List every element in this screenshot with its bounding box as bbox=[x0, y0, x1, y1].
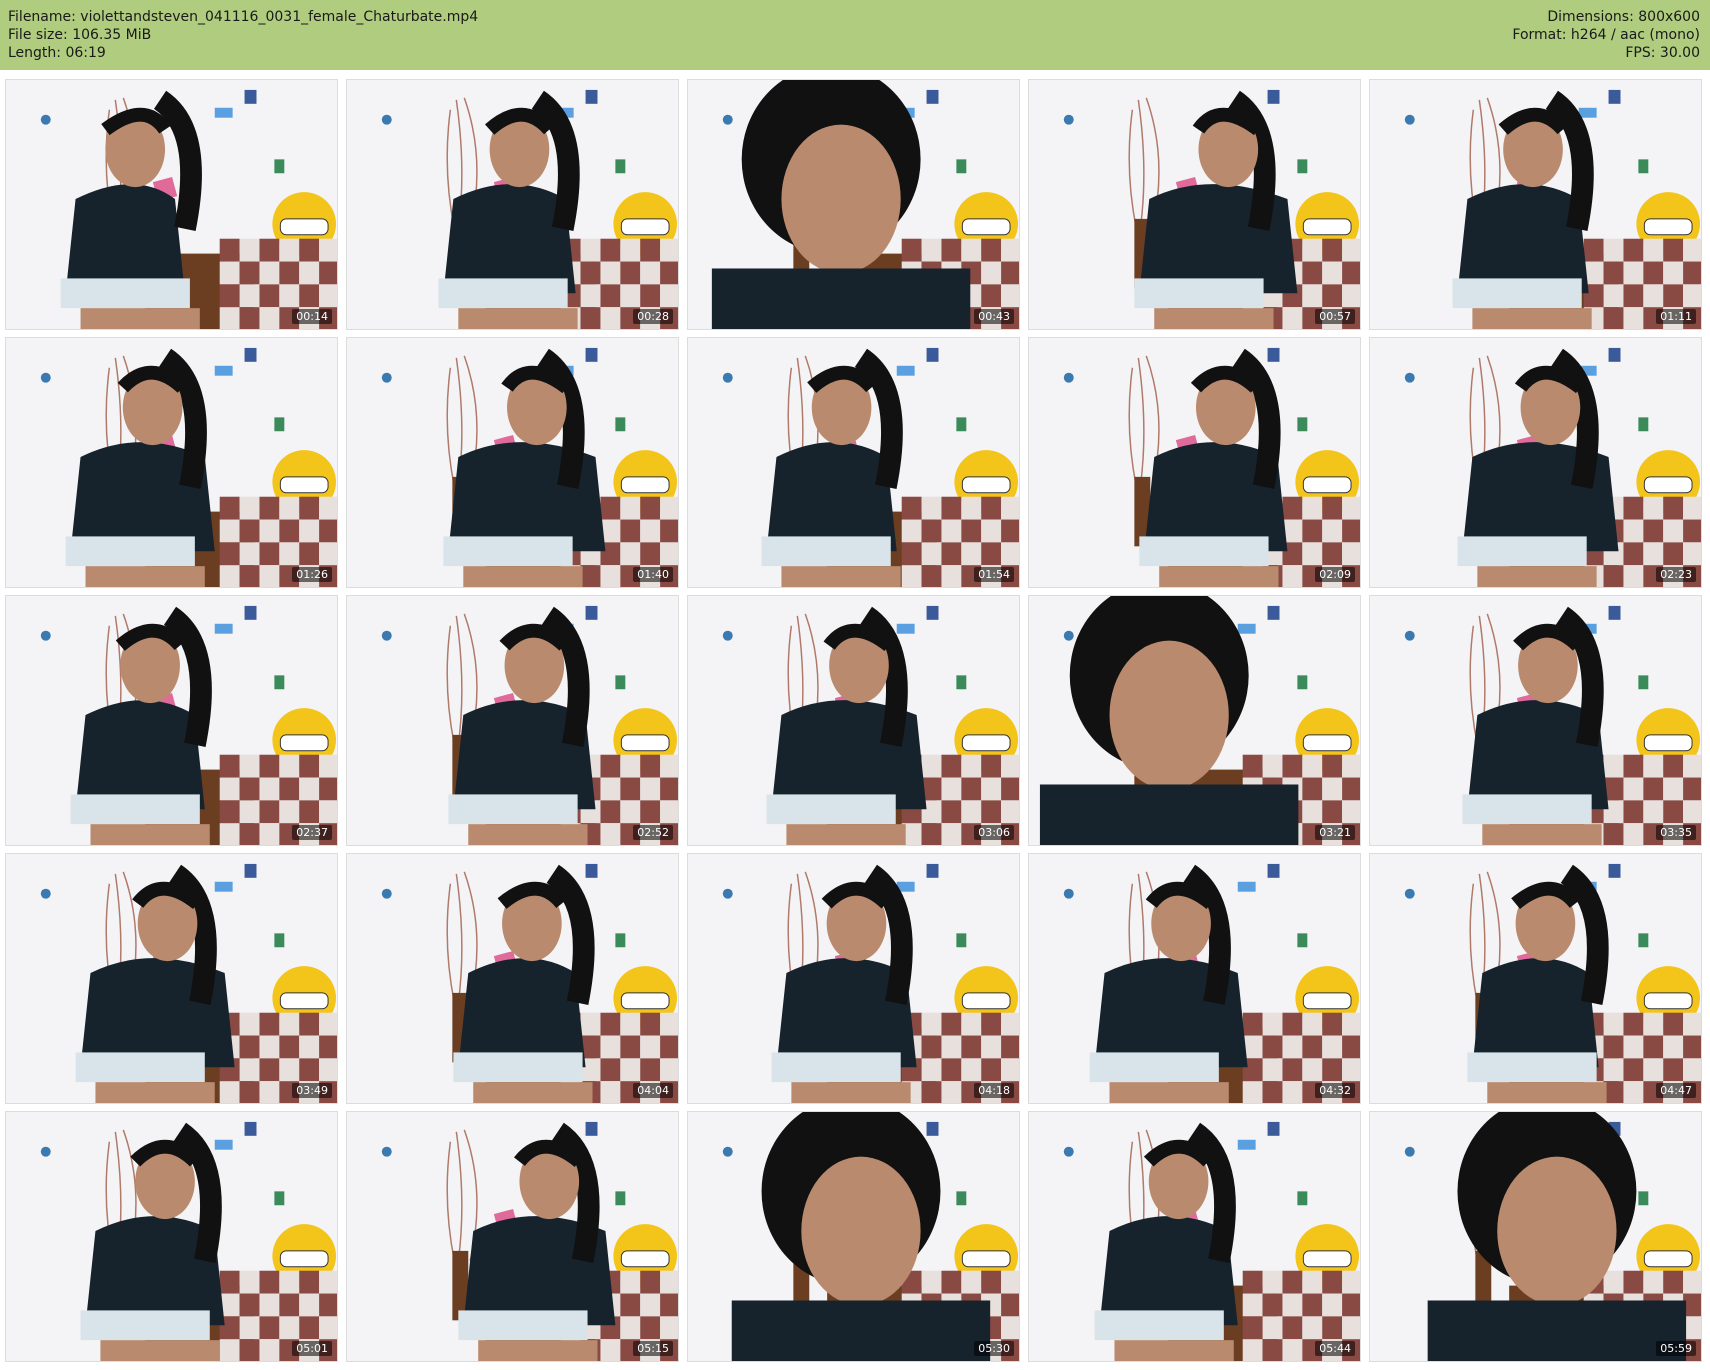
thumbnail-frame-image bbox=[1370, 338, 1701, 587]
video-thumbnail: 03:35 bbox=[1369, 595, 1702, 846]
thumbnail-timestamp: 01:54 bbox=[974, 567, 1014, 582]
video-thumbnail: 01:26 bbox=[5, 337, 338, 588]
thumbnail-frame-image bbox=[688, 596, 1019, 845]
thumbnail-frame-image bbox=[347, 596, 678, 845]
thumbnail-frame-image bbox=[1370, 1112, 1701, 1361]
thumbnail-frame-image bbox=[1370, 854, 1701, 1103]
video-thumbnail: 02:09 bbox=[1028, 337, 1361, 588]
filename-text: Filename: violettandsteven_041116_0031_f… bbox=[8, 9, 479, 25]
thumbnail-timestamp: 01:11 bbox=[1656, 309, 1696, 324]
video-thumbnail: 03:49 bbox=[5, 853, 338, 1104]
thumbnail-frame-image bbox=[688, 80, 1019, 329]
thumbnail-frame-image bbox=[6, 338, 337, 587]
thumbnail-timestamp: 02:09 bbox=[1315, 567, 1355, 582]
video-thumbnail: 01:40 bbox=[346, 337, 679, 588]
thumbnail-timestamp: 01:26 bbox=[292, 567, 332, 582]
video-thumbnail: 00:43 bbox=[687, 79, 1020, 330]
video-thumbnail: 04:18 bbox=[687, 853, 1020, 1104]
length-text: Length: 06:19 bbox=[8, 45, 106, 61]
thumbnail-timestamp: 05:01 bbox=[292, 1341, 332, 1356]
thumbnail-frame-image bbox=[1370, 80, 1701, 329]
thumbnail-timestamp: 03:35 bbox=[1656, 825, 1696, 840]
video-thumbnail: 03:21 bbox=[1028, 595, 1361, 846]
thumbnail-frame-image bbox=[1029, 596, 1360, 845]
thumbnail-frame-image bbox=[6, 854, 337, 1103]
thumbnail-timestamp: 02:37 bbox=[292, 825, 332, 840]
video-thumbnail: 04:32 bbox=[1028, 853, 1361, 1104]
video-thumbnail: 01:11 bbox=[1369, 79, 1702, 330]
thumbnail-frame-image bbox=[1029, 854, 1360, 1103]
thumbnail-timestamp: 04:18 bbox=[974, 1083, 1014, 1098]
thumbnail-timestamp: 04:47 bbox=[1656, 1083, 1696, 1098]
video-thumbnail: 01:54 bbox=[687, 337, 1020, 588]
video-thumbnail: 02:37 bbox=[5, 595, 338, 846]
thumbnail-timestamp: 02:23 bbox=[1656, 567, 1696, 582]
thumbnail-grid: 00:14 00:28 00:43 00:57 01:11 01:26 01:40 01:54… bbox=[0, 70, 1710, 1370]
thumbnail-frame-image bbox=[1029, 80, 1360, 329]
thumbnail-timestamp: 05:59 bbox=[1656, 1341, 1696, 1356]
thumbnail-timestamp: 05:30 bbox=[974, 1341, 1014, 1356]
video-thumbnail: 00:57 bbox=[1028, 79, 1361, 330]
video-thumbnail: 05:01 bbox=[5, 1111, 338, 1362]
video-thumbnail: 02:23 bbox=[1369, 337, 1702, 588]
thumbnail-timestamp: 00:43 bbox=[974, 309, 1014, 324]
video-thumbnail: 04:04 bbox=[346, 853, 679, 1104]
thumbnail-timestamp: 05:15 bbox=[633, 1341, 673, 1356]
thumbnail-frame-image bbox=[347, 80, 678, 329]
thumbnail-frame-image bbox=[688, 338, 1019, 587]
video-thumbnail: 04:47 bbox=[1369, 853, 1702, 1104]
video-thumbnail: 00:28 bbox=[346, 79, 679, 330]
fps-text: FPS: 30.00 bbox=[1625, 45, 1700, 61]
thumbnail-timestamp: 04:32 bbox=[1315, 1083, 1355, 1098]
info-right: Dimensions: 800x600 Format: h264 / aac (… bbox=[1512, 8, 1700, 62]
format-text: Format: h264 / aac (mono) bbox=[1512, 27, 1700, 43]
video-thumbnail: 05:44 bbox=[1028, 1111, 1361, 1362]
thumbnail-frame-image bbox=[688, 1112, 1019, 1361]
thumbnail-frame-image bbox=[1029, 338, 1360, 587]
video-thumbnail: 00:14 bbox=[5, 79, 338, 330]
thumbnail-timestamp: 05:44 bbox=[1315, 1341, 1355, 1356]
thumbnail-timestamp: 01:40 bbox=[633, 567, 673, 582]
filesize-text: File size: 106.35 MiB bbox=[8, 27, 152, 43]
thumbnail-frame-image bbox=[1029, 1112, 1360, 1361]
video-thumbnail: 05:30 bbox=[687, 1111, 1020, 1362]
thumbnail-frame-image bbox=[6, 596, 337, 845]
thumbnail-timestamp: 04:04 bbox=[633, 1083, 673, 1098]
thumbnail-frame-image bbox=[688, 854, 1019, 1103]
video-thumbnail: 05:59 bbox=[1369, 1111, 1702, 1362]
thumbnail-timestamp: 00:14 bbox=[292, 309, 332, 324]
info-left: Filename: violettandsteven_041116_0031_f… bbox=[8, 8, 478, 62]
video-thumbnail: 02:52 bbox=[346, 595, 679, 846]
thumbnail-frame-image bbox=[1370, 596, 1701, 845]
thumbnail-frame-image bbox=[6, 80, 337, 329]
dimensions-text: Dimensions: 800x600 bbox=[1547, 9, 1700, 25]
video-thumbnail: 03:06 bbox=[687, 595, 1020, 846]
info-header: Filename: violettandsteven_041116_0031_f… bbox=[0, 0, 1710, 70]
thumbnail-timestamp: 02:52 bbox=[633, 825, 673, 840]
thumbnail-timestamp: 00:57 bbox=[1315, 309, 1355, 324]
thumbnail-frame-image bbox=[347, 338, 678, 587]
video-thumbnail: 05:15 bbox=[346, 1111, 679, 1362]
thumbnail-frame-image bbox=[347, 854, 678, 1103]
thumbnail-timestamp: 03:06 bbox=[974, 825, 1014, 840]
thumbnail-timestamp: 00:28 bbox=[633, 309, 673, 324]
thumbnail-frame-image bbox=[6, 1112, 337, 1361]
thumbnail-timestamp: 03:21 bbox=[1315, 825, 1355, 840]
thumbnail-frame-image bbox=[347, 1112, 678, 1361]
thumbnail-timestamp: 03:49 bbox=[292, 1083, 332, 1098]
